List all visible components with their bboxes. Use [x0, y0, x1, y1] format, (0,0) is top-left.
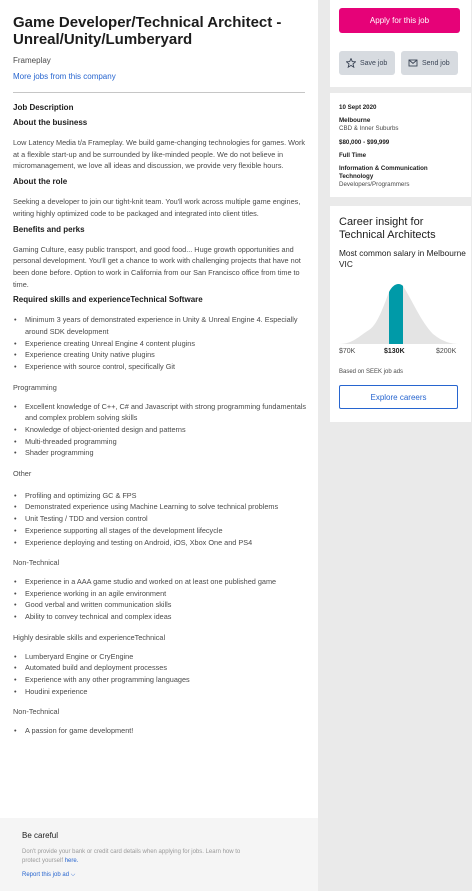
be-careful-message: Don't provide your bank or credit card d…	[22, 849, 241, 864]
listing-date: 10 Sept 2020	[339, 104, 377, 111]
chevron-down-icon: ⌵	[70, 872, 76, 878]
be-careful-text: Don't provide your bank or credit card d…	[22, 848, 252, 866]
list-item: A passion for game development!	[13, 725, 308, 737]
list-item: Automated build and deployment processes	[13, 662, 308, 674]
career-insight-title: Career insight for Technical Architects	[339, 216, 436, 241]
salary-common-label: $130K	[384, 348, 405, 355]
job-meta-panel: 10 Sept 2020 Melbourne CBD & Inner Subur…	[330, 93, 471, 197]
list-item: Houdini experience	[13, 686, 308, 698]
job-title: Game Developer/Technical Architect - Unr…	[13, 14, 282, 48]
send-job-label: Send job	[422, 59, 450, 67]
benefits-heading: Benefits and perks	[13, 224, 85, 234]
salary-highlight-band	[389, 284, 403, 344]
be-careful-footer: Be careful Don't provide your bank or cr…	[0, 818, 318, 891]
salary-range: $80,000 - $99,999	[339, 138, 390, 146]
list-item: Ability to convey technical and complex …	[13, 611, 308, 623]
about-role-text: Seeking a developer to join our tight-kn…	[13, 197, 301, 218]
description-heading: Job Description	[13, 103, 74, 112]
advertiser-name: Frameplay	[13, 56, 51, 65]
save-job-label: Save job	[360, 59, 388, 67]
job-classification: Information & Communication Technology	[339, 165, 428, 181]
list-item: Profiling and optimizing GC & FPS	[13, 490, 308, 502]
non-technical-list-2: A passion for game development!	[13, 725, 308, 737]
programming-heading: Programming	[13, 382, 57, 392]
list-item: Experience in a AAA game studio and work…	[13, 576, 308, 588]
list-item: Excellent knowledge of C++, C# and Javas…	[13, 401, 308, 424]
list-item: Lumberyard Engine or CryEngine	[13, 651, 308, 663]
salary-high-label: $200K	[436, 348, 457, 355]
list-item: Minimum 3 years of demonstrated experien…	[13, 314, 308, 337]
list-item: Experience supporting all stages of the …	[13, 525, 308, 537]
salary-distribution-chart	[339, 284, 460, 344]
be-careful-title: Be careful	[22, 831, 59, 840]
list-item: Experience with source control, specific…	[13, 361, 308, 373]
list-item: Knowledge of object-oriented design and …	[13, 424, 308, 436]
technical-software-list: Minimum 3 years of demonstrated experien…	[13, 314, 308, 373]
protect-yourself-link[interactable]: here.	[65, 858, 79, 864]
desirable-heading: Highly desirable skills and experienceTe…	[13, 632, 166, 642]
job-sub-classification: Developers/Programmers	[339, 181, 410, 189]
about-role-heading: About the role	[13, 177, 68, 187]
list-item: Demonstrated experience using Machine Le…	[13, 501, 308, 513]
job-description: Job Description About the business Low L…	[13, 102, 308, 737]
star-icon	[346, 58, 356, 68]
send-job-button[interactable]: Send job	[401, 51, 458, 75]
mail-icon	[408, 59, 418, 67]
explore-careers-button[interactable]: Explore careers	[339, 385, 458, 409]
other-heading: Other	[13, 469, 32, 479]
job-details-panel: Game Developer/Technical Architect - Unr…	[0, 0, 318, 891]
list-item: Experience creating Unity native plugins	[13, 349, 308, 361]
report-job-label: Report this job ad	[22, 872, 70, 878]
apply-button[interactable]: Apply for this job	[339, 8, 460, 33]
non-technical-list: Experience in a AAA game studio and work…	[13, 576, 308, 623]
divider	[13, 92, 305, 93]
list-item: Experience creating Unreal Engine 4 cont…	[13, 338, 308, 350]
required-skills-heading: Required skills and experienceTechnical …	[13, 295, 203, 305]
non-technical-heading-2: Non-Technical	[13, 707, 60, 717]
salary-low-label: $70K	[339, 348, 356, 355]
save-job-button[interactable]: Save job	[339, 51, 395, 75]
list-item: Unit Testing / TDD and version control	[13, 513, 308, 525]
salary-source-note: Based on SEEK job ads	[339, 369, 404, 375]
list-item: Shader programming	[13, 447, 308, 459]
about-business-text: Low Latency Media t/a Frameplay. We buil…	[13, 138, 306, 171]
list-item: Experience with any other programming la…	[13, 674, 308, 686]
list-item: Experience working in an agile environme…	[13, 588, 308, 600]
report-job-link[interactable]: Report this job ad ⌵	[22, 872, 318, 879]
job-area: CBD & Inner Suburbs	[339, 125, 399, 133]
non-technical-heading: Non-Technical	[13, 558, 60, 568]
career-insight-subtitle: Most common salary in Melbourne VIC	[339, 248, 466, 269]
list-item: Experience deploying and testing on Andr…	[13, 537, 308, 549]
benefits-text: Gaming Culture, easy public transport, a…	[13, 244, 301, 289]
job-location: Melbourne	[339, 117, 371, 125]
more-jobs-link[interactable]: More jobs from this company	[13, 72, 116, 81]
programming-list: Excellent knowledge of C++, C# and Javas…	[13, 401, 308, 460]
list-item: Multi-threaded programming	[13, 436, 308, 448]
job-header: Game Developer/Technical Architect - Unr…	[0, 0, 318, 84]
work-type: Full Time	[339, 151, 367, 159]
list-item: Good verbal and written communication sk…	[13, 599, 308, 611]
about-business-heading: About the business	[13, 118, 88, 127]
other-list: Profiling and optimizing GC & FPS Demons…	[13, 490, 308, 549]
desirable-list: Lumberyard Engine or CryEngine Automated…	[13, 651, 308, 698]
